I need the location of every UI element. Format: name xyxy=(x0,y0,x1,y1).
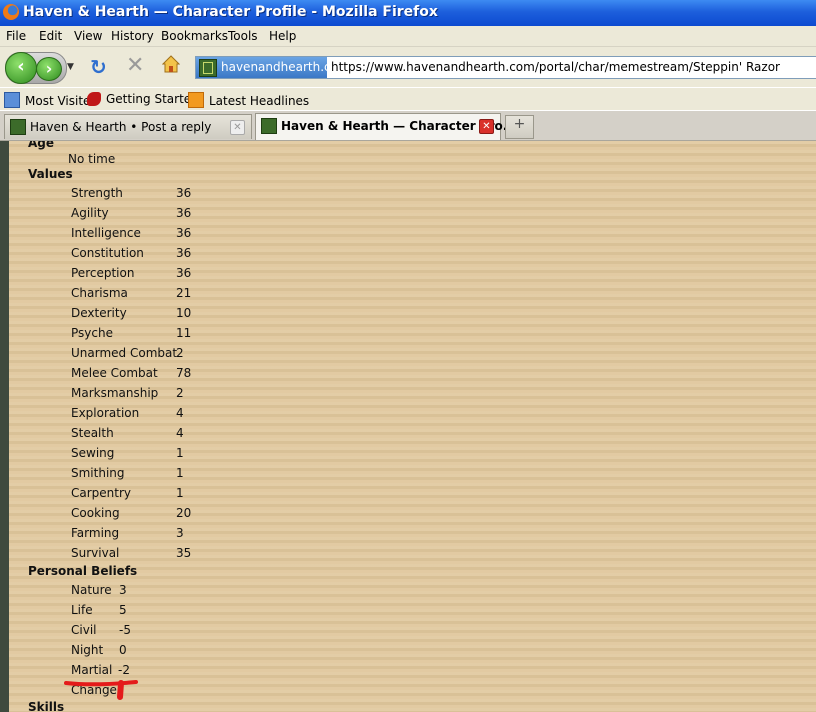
value-name: Carpentry xyxy=(71,486,132,500)
value-name: Unarmed Combat xyxy=(71,346,178,360)
reload-icon[interactable]: ↻ xyxy=(90,55,107,79)
site-identity-badge[interactable]: havenandhearth.com xyxy=(196,57,350,78)
bookmark-most-visited[interactable]: Most Visited xyxy=(4,92,98,108)
value-name: Constitution xyxy=(71,246,144,260)
back-arrow-icon: ‹ xyxy=(17,56,25,77)
value-name: Intelligence xyxy=(71,226,141,240)
value-number: 2 xyxy=(176,346,184,360)
value-number: 10 xyxy=(176,306,192,320)
plus-icon: + xyxy=(513,116,526,132)
menu-bookmarks[interactable]: Bookmarks xyxy=(161,29,228,43)
values-heading: Values xyxy=(28,167,73,181)
forward-button[interactable]: › xyxy=(36,57,62,81)
bookmarks-toolbar: Most Visited Getting Started Latest Head… xyxy=(0,88,816,110)
value-number: 36 xyxy=(176,186,192,200)
value-number: 36 xyxy=(176,206,192,220)
value-number: 3 xyxy=(176,526,184,540)
value-number: 36 xyxy=(176,266,192,280)
site-favicon-icon xyxy=(199,59,217,77)
value-name: Charisma xyxy=(71,286,128,300)
menu-history[interactable]: History xyxy=(111,29,154,43)
value-name: Dexterity xyxy=(71,306,127,320)
value-name: Farming xyxy=(71,526,120,540)
belief-name: Civil xyxy=(71,623,97,637)
history-dropdown-icon[interactable]: ▼ xyxy=(67,62,74,72)
tab-close-icon[interactable]: ✕ xyxy=(230,120,245,135)
age-value: No time xyxy=(68,152,116,166)
value-name: Smithing xyxy=(71,466,125,480)
menu-file[interactable]: File xyxy=(6,29,26,43)
menu-help[interactable]: Help xyxy=(269,29,296,43)
page-content: Age No time Values Strength 36 Agility 36 In… xyxy=(0,141,816,712)
url-text[interactable]: https://www.havenandhearth.com/portal/ch… xyxy=(331,60,780,74)
belief-value: 3 xyxy=(119,583,127,597)
belief-value: -2 xyxy=(118,663,130,677)
belief-name: Martial xyxy=(71,663,113,677)
value-name: Agility xyxy=(71,206,109,220)
belief-name: Night xyxy=(71,643,104,657)
belief-name: Life xyxy=(71,603,93,617)
value-number: 21 xyxy=(176,286,192,300)
stop-icon[interactable]: ✕ xyxy=(126,53,144,78)
menu-tools[interactable]: Tools xyxy=(228,29,258,43)
forward-arrow-icon: › xyxy=(45,59,53,78)
age-heading: Age xyxy=(28,141,55,150)
back-button[interactable]: ‹ xyxy=(5,52,37,84)
value-number: 78 xyxy=(176,366,192,380)
value-number: 1 xyxy=(176,446,184,460)
value-name: Psyche xyxy=(71,326,113,340)
value-number: 4 xyxy=(176,406,184,420)
value-number: 20 xyxy=(176,506,192,520)
value-name: Perception xyxy=(71,266,135,280)
red-underline-annotation xyxy=(64,680,138,700)
belief-value: 5 xyxy=(119,603,127,617)
value-name: Survival xyxy=(71,546,120,560)
rss-feed-icon xyxy=(188,92,204,108)
getting-started-icon xyxy=(87,92,101,106)
value-name: Strength xyxy=(71,186,123,200)
value-name: Melee Combat xyxy=(71,366,158,380)
value-name: Sewing xyxy=(71,446,115,460)
left-border xyxy=(0,141,9,712)
value-name: Exploration xyxy=(71,406,140,420)
value-number: 2 xyxy=(176,386,184,400)
tab-strip: Haven & Hearth • Post a reply ✕ Haven & … xyxy=(0,111,816,141)
home-icon[interactable] xyxy=(162,55,180,73)
tab-favicon-icon xyxy=(261,118,277,134)
title-bar: Haven & Hearth — Character Profile - Moz… xyxy=(0,0,816,26)
value-name: Marksmanship xyxy=(71,386,159,400)
personal-beliefs-heading: Personal Beliefs xyxy=(28,564,138,578)
belief-name: Nature xyxy=(71,583,112,597)
value-number: 36 xyxy=(176,226,192,240)
firefox-logo-icon xyxy=(3,4,19,20)
address-bar[interactable]: havenandhearth.com https://www.havenandh… xyxy=(195,56,816,79)
bookmark-getting-started[interactable]: Getting Started xyxy=(87,92,199,106)
value-number: 11 xyxy=(176,326,192,340)
menu-view[interactable]: View xyxy=(74,29,102,43)
bookmark-latest-headlines[interactable]: Latest Headlines xyxy=(188,92,309,108)
navigation-toolbar: ‹ › ▼ ↻ ✕ havenandhearth.com https://www… xyxy=(0,47,816,87)
tab-close-icon[interactable]: ✕ xyxy=(479,119,494,134)
new-tab-button[interactable]: + xyxy=(505,115,534,139)
value-number: 35 xyxy=(176,546,192,560)
value-number: 36 xyxy=(176,246,192,260)
value-name: Cooking xyxy=(71,506,120,520)
value-name: Stealth xyxy=(71,426,114,440)
value-number: 1 xyxy=(176,486,184,500)
tab-favicon-icon xyxy=(10,119,26,135)
menu-bar: File Edit View History Bookmarks Tools H… xyxy=(0,26,816,47)
value-number: 1 xyxy=(176,466,184,480)
most-visited-icon xyxy=(4,92,20,108)
window-title: Haven & Hearth — Character Profile - Moz… xyxy=(23,4,438,20)
belief-value: 0 xyxy=(119,643,127,657)
skills-heading: Skills xyxy=(28,700,65,712)
tab-post-reply[interactable]: Haven & Hearth • Post a reply ✕ xyxy=(4,114,252,139)
belief-value: -5 xyxy=(119,623,131,637)
value-number: 4 xyxy=(176,426,184,440)
tab-character-profile[interactable]: Haven & Hearth — Character Pro... ✕ xyxy=(255,113,516,140)
menu-edit[interactable]: Edit xyxy=(39,29,62,43)
